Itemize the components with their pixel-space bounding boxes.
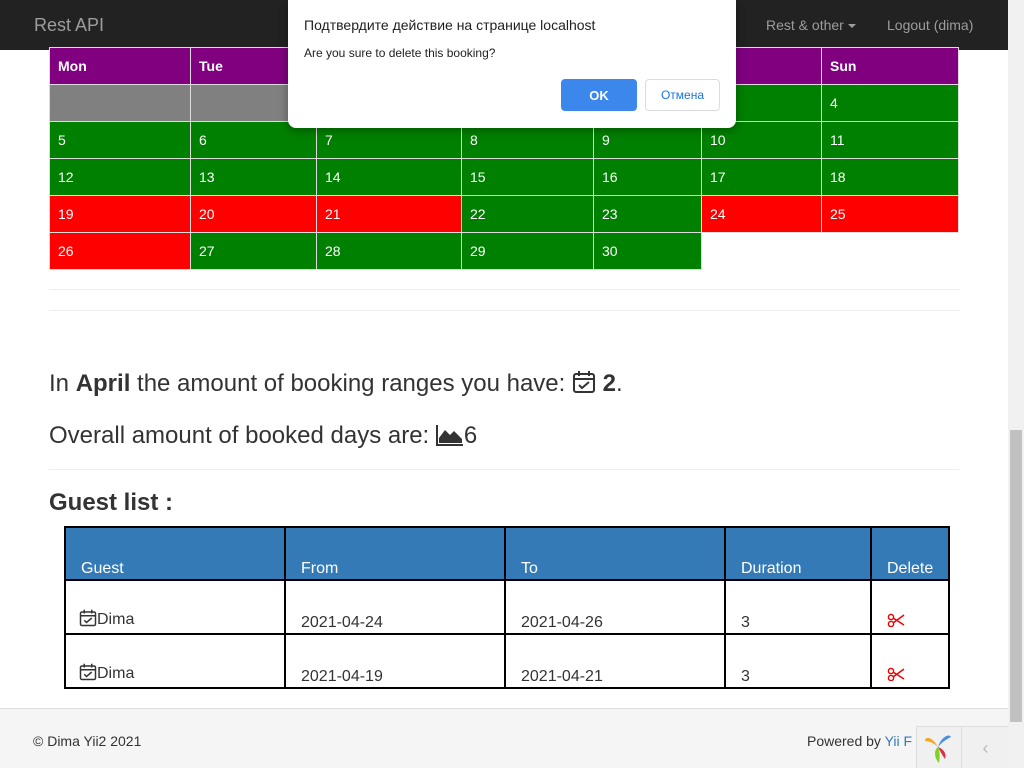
from-date: 2021-04-19	[284, 633, 506, 689]
to-date: 2021-04-21	[504, 633, 726, 689]
month-name: April	[75, 370, 131, 397]
calendar-day-cell: 16	[593, 158, 702, 196]
calendar-day-cell: 27	[190, 232, 317, 270]
calendar-day-cell: 5	[49, 121, 191, 159]
column-guest: Guest	[64, 526, 286, 581]
divider	[49, 469, 959, 470]
cancel-button[interactable]: Отмена	[645, 79, 720, 111]
calendar-day-cell: 12	[49, 158, 191, 196]
guest-table-header: Guest From To Duration Delete	[64, 526, 951, 581]
days-count: 6	[463, 422, 478, 449]
calendar-day-cell	[49, 84, 191, 122]
calendar-day-cell: 15	[461, 158, 594, 196]
ranges-prefix: In	[49, 370, 76, 397]
scissors-delete-icon[interactable]	[887, 613, 905, 631]
calendar-empty-cell	[701, 232, 822, 270]
guest-name: Dima	[97, 611, 135, 628]
ok-button[interactable]: OK	[561, 79, 637, 111]
table-row: Dima 2021-04-24 2021-04-26 3	[64, 579, 951, 635]
duration: 3	[724, 579, 872, 635]
ranges-suffix: .	[616, 370, 623, 397]
calendar-day-cell: 25	[821, 195, 959, 233]
dialog-title: Подтвердите действие на странице localho…	[304, 17, 596, 33]
ranges-middle: the amount of booking ranges you have:	[130, 370, 572, 397]
calendar-day-cell: 11	[821, 121, 959, 159]
divider	[49, 310, 959, 311]
delete-cell	[869, 633, 951, 689]
yii-logo-icon[interactable]	[923, 731, 953, 768]
calendar-day-cell: 17	[701, 158, 822, 196]
calendar-day-cell: 29	[461, 232, 594, 270]
column-duration: Duration	[724, 526, 872, 581]
guest-name: Dima	[97, 665, 135, 682]
calendar-check-icon	[79, 663, 97, 686]
copyright-text: © Dima Yii2 2021	[33, 733, 142, 749]
powered-prefix: Powered by	[807, 733, 885, 749]
calendar-week-row: 19 20 21 22 23 24 25	[49, 195, 959, 233]
yii-framework-link[interactable]: Yii F	[885, 733, 912, 749]
calendar-week-row: 12 13 14 15 16 17 18	[49, 158, 959, 196]
chevron-left-icon[interactable]: ‹	[961, 727, 1009, 768]
calendar-day-cell: 18	[821, 158, 959, 196]
calendar-day-cell: 19	[49, 195, 191, 233]
delete-cell	[869, 579, 951, 635]
to-date: 2021-04-26	[504, 579, 726, 635]
footer: © Dima Yii2 2021 Powered by Yii F	[0, 708, 1008, 768]
area-chart-icon	[435, 424, 464, 453]
from-date: 2021-04-24	[284, 579, 506, 635]
calendar-day-cell: 24	[701, 195, 822, 233]
calendar-day-cell: 23	[593, 195, 702, 233]
calendar-day-cell: 21	[316, 195, 462, 233]
calendar-day-cell: 14	[316, 158, 462, 196]
brand-link[interactable]: Rest API	[34, 15, 104, 36]
booking-ranges-summary: In April the amount of booking ranges yo…	[49, 370, 623, 401]
calendar-day-cell: 22	[461, 195, 594, 233]
duration: 3	[724, 633, 872, 689]
logout-link[interactable]: Logout (dima)	[887, 17, 973, 33]
calendar-day-cell: 20	[190, 195, 317, 233]
calendar-day-cell: 4	[821, 84, 959, 122]
table-row: Dima 2021-04-19 2021-04-21 3	[64, 633, 951, 689]
calendar-week-row: 26 27 28 29 30	[49, 232, 959, 270]
calendar-check-icon	[79, 609, 97, 632]
scissors-delete-icon[interactable]	[887, 667, 905, 685]
calendar-empty-cell	[821, 232, 959, 270]
guest-table: Guest From To Duration Delete Dima 2021-…	[64, 526, 951, 689]
booked-days-summary: Overall amount of booked days are: 6	[49, 422, 477, 453]
column-delete: Delete	[869, 526, 951, 581]
weekday-header: Mon	[49, 47, 191, 85]
guest-cell: Dima	[64, 579, 286, 635]
debug-toolbar[interactable]: ‹	[916, 726, 1008, 768]
dialog-message: Are you sure to delete this booking?	[304, 46, 496, 60]
calendar-day-cell: 28	[316, 232, 462, 270]
days-label: Overall amount of booked days are:	[49, 422, 436, 449]
column-to: To	[504, 526, 726, 581]
weekday-header: Sun	[821, 47, 959, 85]
powered-by: Powered by Yii F	[807, 733, 912, 749]
scrollbar-thumb[interactable]	[1010, 430, 1022, 722]
divider	[49, 289, 959, 290]
guest-list-title: Guest list :	[49, 489, 174, 516]
rest-other-label: Rest & other	[766, 17, 844, 33]
caret-down-icon	[847, 24, 856, 29]
column-from: From	[284, 526, 506, 581]
ranges-count: 2	[602, 370, 617, 397]
guest-cell: Dima	[64, 633, 286, 689]
calendar-day-cell: 26	[49, 232, 191, 270]
confirm-dialog: Подтвердите действие на странице localho…	[288, 0, 736, 128]
calendar-day-cell: 30	[593, 232, 702, 270]
calendar-check-icon	[572, 370, 596, 401]
calendar-day-cell: 13	[190, 158, 317, 196]
rest-other-dropdown[interactable]: Rest & other	[766, 17, 856, 33]
